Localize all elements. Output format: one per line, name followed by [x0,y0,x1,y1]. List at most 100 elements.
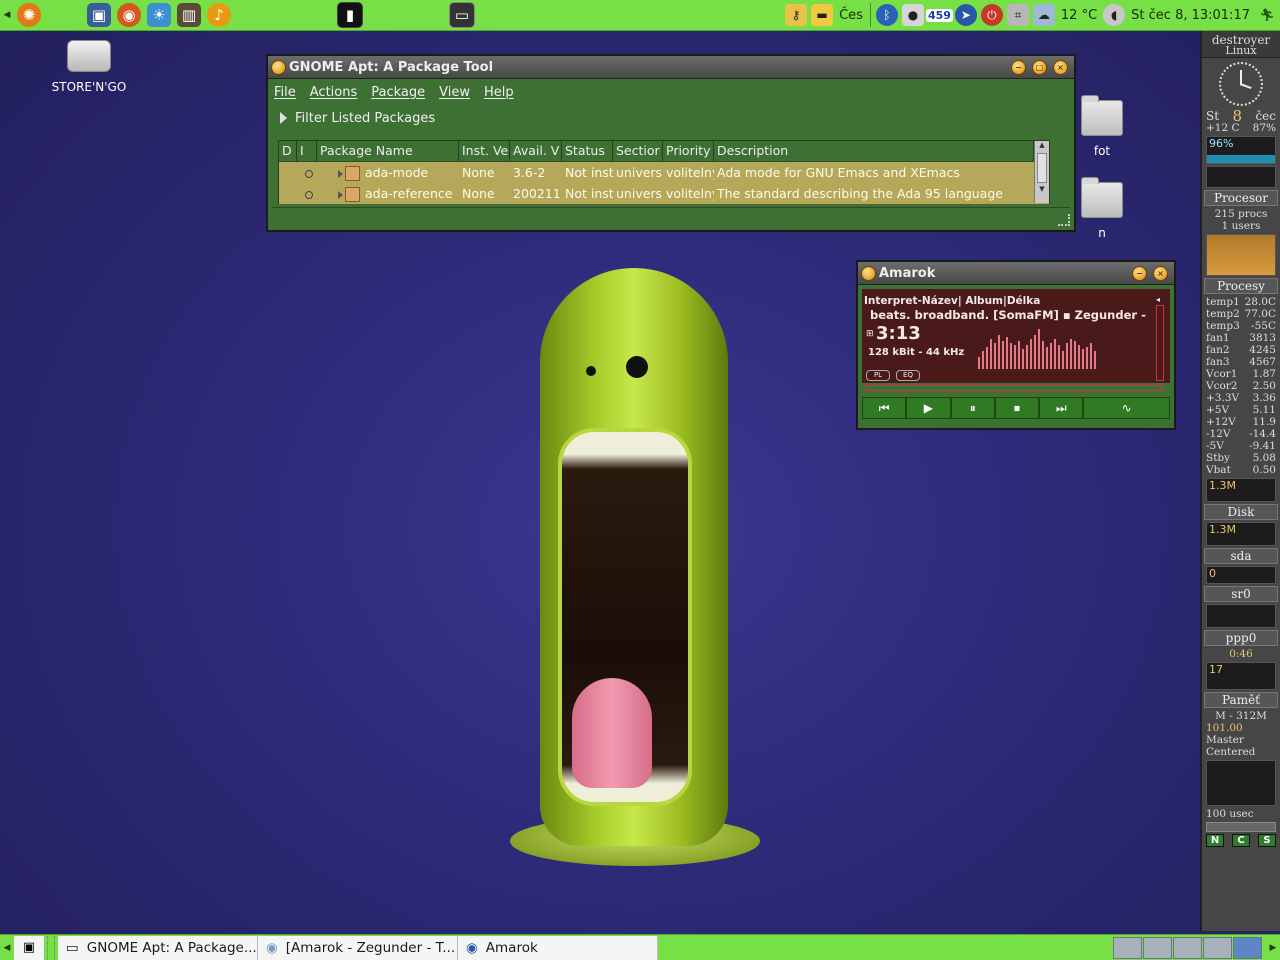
col-header-description[interactable]: Description [714,141,1034,161]
gk-mixer-centered[interactable]: Centered [1202,746,1280,758]
expand-row-icon[interactable] [338,169,343,178]
user-switch-icon[interactable]: 🏃︎ [1256,4,1278,26]
amarok-window[interactable]: Amarok − × Interpret-Název| Album|Délka … [856,260,1176,430]
panel-clock[interactable]: St čec 8, 13:01:17 [1127,8,1254,23]
volume-icon[interactable]: ◖ [1103,4,1126,26]
task-gnome-apt[interactable]: ▭ GNOME Apt: A Package... [58,935,258,960]
vertical-scrollbar[interactable]: ▲ ▼ [1034,141,1049,203]
menu-view[interactable]: View [439,85,470,100]
desktop-icon-n[interactable]: n [1078,177,1126,240]
col-header-i[interactable]: I [297,141,317,161]
gk-procesy-header[interactable]: Procesy [1204,278,1278,294]
gk-mem-header[interactable]: Paměť [1204,692,1278,708]
workspace-2[interactable] [1143,936,1172,959]
col-header-status[interactable]: Status [562,141,613,161]
maximize-icon[interactable]: □ [1032,59,1047,75]
track-scroller[interactable]: beats. broadband. [SomaFM] ▪ Zegunder - [870,308,1152,322]
firefox-icon[interactable]: ◉ [117,3,141,27]
network-places-icon[interactable]: ▣ [87,3,111,27]
expand-row-icon[interactable] [338,190,343,199]
previous-track-icon[interactable]: ⏮ [862,397,907,419]
menu-file[interactable]: File [274,85,296,100]
terminal-launcher-icon[interactable]: ▮ [337,2,363,28]
minimize-icon[interactable]: − [1011,59,1026,75]
audio-player-icon[interactable]: ♪ [207,3,231,27]
col-header-d[interactable]: D [279,141,297,161]
ubuntu-menu-icon[interactable]: ✺ [17,3,41,27]
workspace-4[interactable] [1203,936,1232,959]
col-header-package-name[interactable]: Package Name [317,141,459,161]
gk-s-button[interactable]: S [1258,834,1276,847]
col-header-section[interactable]: Sectior [613,141,663,161]
keyboard-layout-indicator[interactable]: Čes [835,8,867,23]
col-header-avail-version[interactable]: Avail. V [510,141,562,161]
workspace-5[interactable] [1233,936,1262,959]
panel-handle[interactable] [47,935,55,960]
weather-app-icon[interactable]: ☀ [147,3,171,27]
volume-slider[interactable] [1156,305,1164,381]
table-row[interactable]: ada-reference None 200211 Not inst unive… [279,183,1049,204]
gnome-apt-window[interactable]: GNOME Apt: A Package Tool − □ × File Act… [266,54,1076,232]
panel-scroll-left-icon[interactable]: ◀ [0,0,14,31]
update-count-badge[interactable]: 459 [925,8,953,22]
menu-actions[interactable]: Actions [310,85,358,100]
install-radio-icon[interactable] [305,190,313,199]
bluetooth-icon[interactable]: ᛒ [875,4,898,26]
gk-sr0-header[interactable]: sr0 [1204,586,1278,602]
chat-status-icon[interactable]: ● [901,4,924,26]
close-icon[interactable]: × [1153,265,1168,281]
shutdown-icon[interactable]: ⏻ [980,4,1003,26]
task-amarok[interactable]: ◉ Amarok [458,935,658,960]
cell-i[interactable] [297,183,317,204]
show-desktop-icon[interactable]: ▣ [14,935,44,960]
workspace-3[interactable] [1173,936,1202,959]
folder-icon[interactable]: ▬ [811,4,834,26]
gk-disk-header[interactable]: Disk [1204,504,1278,520]
scroll-thumb[interactable] [1037,153,1047,183]
seek-bar[interactable] [864,385,1164,391]
film-editor-icon[interactable]: ▥ [177,3,201,27]
package-list[interactable]: D I Package Name Inst. Ve Avail. V Statu… [278,140,1050,204]
window-menu-icon[interactable] [861,265,876,281]
install-radio-icon[interactable] [305,169,313,178]
network-manager-icon[interactable]: ⌗ [1006,4,1029,26]
minimize-icon[interactable]: − [1132,265,1147,281]
equalizer-toggle-button[interactable]: EQ [896,370,920,381]
apt-titlebar[interactable]: GNOME Apt: A Package Tool − □ × [268,56,1074,79]
gk-usec-slider[interactable] [1206,822,1276,832]
time-mode-icon[interactable]: ⊞ [866,329,874,339]
resize-grip-icon[interactable] [1058,214,1070,226]
scroll-up-icon[interactable]: ▲ [1035,141,1049,151]
stop-icon[interactable]: ⏹ [994,397,1040,419]
monitor-launcher-icon[interactable]: ▭ [449,2,475,28]
pause-icon[interactable]: ⏸ [950,397,995,419]
scroll-down-icon[interactable]: ▼ [1035,185,1049,195]
cell-i[interactable] [297,162,317,183]
amarok-titlebar[interactable]: Amarok − × [858,262,1174,285]
gk-cpu-header[interactable]: Procesor [1204,190,1278,206]
keys-icon[interactable]: ⚷ [785,4,808,26]
desktop-icon-fot[interactable]: fot [1078,95,1126,158]
elapsed-time[interactable]: 3:13 [876,323,921,344]
task-amarok-playlist[interactable]: ◉ [Amarok - Zegunder - T... [258,935,458,960]
weather-cloud-icon[interactable]: ☁ [1032,4,1055,26]
col-header-inst-version[interactable]: Inst. Ve [459,141,510,161]
next-track-icon[interactable]: ⏭ [1039,397,1084,419]
gk-n-button[interactable]: N [1206,834,1224,847]
gk-ppp0-header[interactable]: ppp0 [1204,630,1278,646]
menu-help[interactable]: Help [484,85,514,100]
messenger-icon[interactable]: ➤ [954,4,977,26]
visualization-icon[interactable]: ∿ [1083,397,1170,419]
panel-scroll-right-icon[interactable]: ▶ [1266,936,1280,960]
close-icon[interactable]: × [1053,59,1068,75]
window-menu-icon[interactable] [271,59,286,75]
col-header-priority[interactable]: Priority [663,141,714,161]
play-icon[interactable]: ▶ [906,397,951,419]
desktop-icon-storengo[interactable]: STORE'N'GO [40,40,138,94]
table-row[interactable]: ada-mode None 3.6-2 Not inst univers vol… [279,162,1049,183]
playlist-toggle-button[interactable]: PL [866,370,890,381]
weather-temperature[interactable]: 12 °C [1057,8,1101,23]
panel-scroll-left-icon[interactable]: ◀ [0,936,14,960]
gk-mixer-master[interactable]: Master [1202,734,1280,746]
workspace-1[interactable] [1113,936,1142,959]
